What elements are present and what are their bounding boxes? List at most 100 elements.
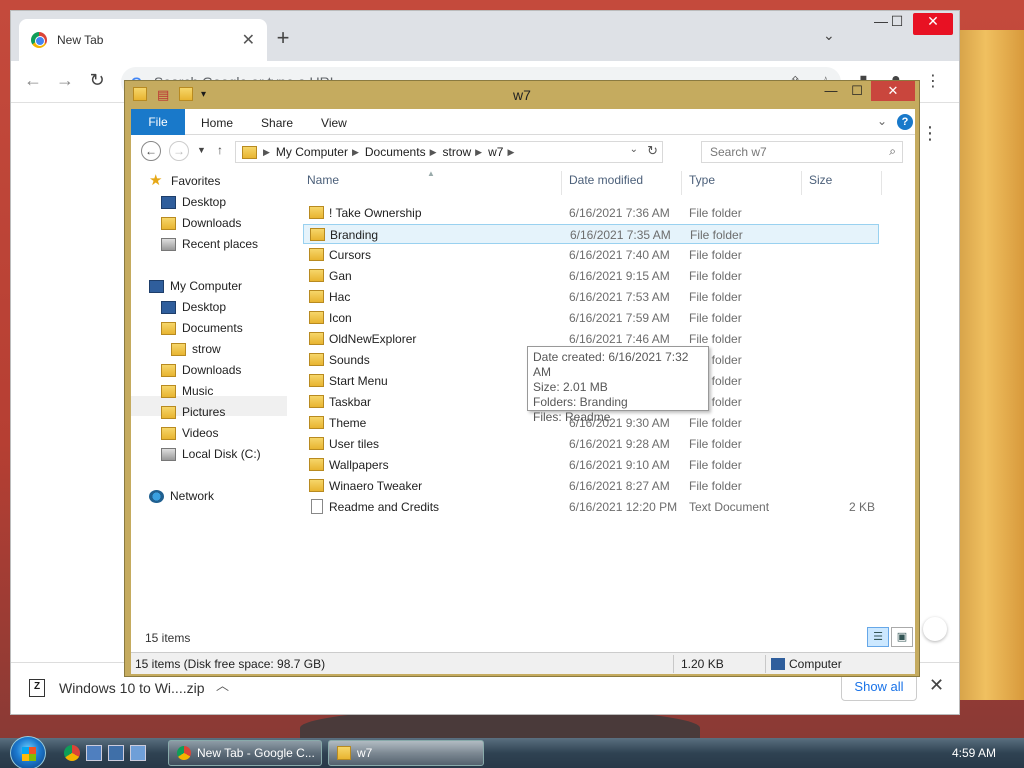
new-tab-button[interactable]: + <box>269 25 297 53</box>
address-dropdown-chevron-icon[interactable]: ⌄ <box>630 144 638 155</box>
star-icon: ★ <box>149 172 163 189</box>
chrome-close-button[interactable]: ✕ <box>913 13 953 35</box>
folder-icon <box>309 374 324 387</box>
address-bar[interactable]: ▶ My Computer ▶ Documents ▶ strow ▶ w7 ▶… <box>235 141 663 163</box>
close-tab-icon[interactable]: ✕ <box>242 30 255 50</box>
nav-favorites[interactable]: ★ Favorites <box>149 171 220 191</box>
search-input[interactable]: Search w7 ⌕ <box>701 141 903 163</box>
ribbon-tab-view[interactable]: View <box>307 109 361 134</box>
column-divider[interactable] <box>681 171 682 195</box>
column-header-name[interactable]: Name <box>307 173 557 199</box>
file-row[interactable]: Wallpapers 6/16/2021 9:10 AM File folder <box>303 455 879 475</box>
ntp-menu-icon[interactable]: ⋮ <box>921 123 939 144</box>
explorer-minimize-button[interactable]: — <box>817 81 845 101</box>
recent-locations-chevron-icon[interactable]: ▼ <box>197 145 206 155</box>
file-date-modified: 6/16/2021 7:46 AM <box>569 332 670 346</box>
nav-item-computer-downloads[interactable]: Downloads <box>161 360 241 380</box>
breadcrumb-documents[interactable]: Documents <box>365 145 426 159</box>
back-arrow-icon[interactable]: ← <box>21 70 45 91</box>
file-row[interactable]: Cursors 6/16/2021 7:40 AM File folder <box>303 245 879 265</box>
nav-item-computer-desktop[interactable]: Desktop <box>161 297 226 317</box>
column-header-size[interactable]: Size <box>809 173 879 199</box>
nav-network[interactable]: Network <box>149 486 214 506</box>
help-icon[interactable]: ? <box>897 114 913 130</box>
refresh-icon[interactable]: ↻ <box>647 143 658 159</box>
chrome-maximize-button[interactable]: ☐ <box>877 13 917 35</box>
up-arrow-icon[interactable]: ↑ <box>217 143 223 157</box>
nav-item-desktop[interactable]: Desktop <box>161 192 226 212</box>
nav-my-computer[interactable]: My Computer <box>149 276 242 296</box>
tooltip-line: Date created: 6/16/2021 7:32 AM <box>533 350 689 379</box>
nav-item-pictures[interactable]: Pictures <box>161 402 225 422</box>
file-name: Wallpapers <box>329 458 389 472</box>
explorer-maximize-button[interactable]: ☐ <box>843 81 871 101</box>
nav-item-local-disk[interactable]: Local Disk (C:) <box>161 444 261 464</box>
nav-item-strow[interactable]: strow <box>171 339 221 359</box>
breadcrumb-w7[interactable]: w7 <box>488 145 503 159</box>
breadcrumb-separator: ▶ <box>351 146 359 157</box>
nav-item-videos[interactable]: Videos <box>161 423 218 443</box>
explorer-back-icon[interactable]: ← <box>141 141 161 161</box>
folder-icon <box>309 206 324 219</box>
file-row[interactable]: User tiles 6/16/2021 9:28 AM File folder <box>303 434 879 454</box>
nav-item-recent-places[interactable]: Recent places <box>161 234 258 254</box>
ribbon-tab-home[interactable]: Home <box>185 109 247 134</box>
folder-icon <box>309 437 324 450</box>
chrome-quicklaunch-icon[interactable] <box>64 745 80 761</box>
computer-icon <box>771 658 785 670</box>
network-quicklaunch-icon[interactable] <box>108 745 124 761</box>
file-row[interactable]: Icon 6/16/2021 7:59 AM File folder <box>303 308 879 328</box>
file-row[interactable]: Gan 6/16/2021 9:15 AM File folder <box>303 266 879 286</box>
file-row[interactable]: Winaero Tweaker 6/16/2021 8:27 AM File fol… <box>303 476 879 496</box>
download-options-chevron-icon[interactable]: ︿ <box>216 675 229 694</box>
details-view-icon[interactable]: ☰ <box>867 627 889 647</box>
taskbar-chrome-button[interactable]: New Tab - Google C... <box>168 740 322 766</box>
show-desktop-quicklaunch-icon[interactable] <box>130 745 146 761</box>
taskbar-clock[interactable]: 4:59 AM <box>952 746 996 760</box>
file-name: Gan <box>329 269 352 283</box>
close-download-bar-icon[interactable]: ✕ <box>929 675 944 696</box>
chrome-menu-icon[interactable]: ⋮ <box>925 71 941 91</box>
taskbar-explorer-button[interactable]: w7 <box>328 740 484 766</box>
chrome-favicon-icon <box>31 32 47 48</box>
column-divider[interactable] <box>881 171 882 195</box>
column-header-type[interactable]: Type <box>689 173 799 199</box>
forward-arrow-icon[interactable]: → <box>53 70 77 91</box>
file-row[interactable]: Hac 6/16/2021 7:53 AM File folder <box>303 287 879 307</box>
explorer-forward-icon[interactable]: → <box>169 141 189 161</box>
ribbon-expand-chevron-icon[interactable]: ⌄ <box>877 114 887 128</box>
explorer-titlebar[interactable]: ▤ ▾ w7 — ☐ ✕ <box>125 81 919 109</box>
breadcrumb-my-computer[interactable]: My Computer <box>276 145 348 159</box>
tooltip-line: Size: 2.01 MB <box>533 380 608 394</box>
start-button[interactable] <box>10 736 46 768</box>
ribbon-tab-share[interactable]: Share <box>247 109 307 134</box>
show-all-button[interactable]: Show all <box>841 673 917 701</box>
column-header-date-modified[interactable]: Date modified <box>569 173 679 199</box>
download-file-name: Windows 10 to Wi....zip <box>59 680 205 696</box>
tab-search-chevron-icon[interactable]: ⌄ <box>823 27 835 44</box>
reload-icon[interactable]: ↻ <box>85 70 109 91</box>
explorer-close-button[interactable]: ✕ <box>871 81 915 101</box>
computer-quicklaunch-icon[interactable] <box>86 745 102 761</box>
network-icon <box>149 489 164 503</box>
nav-item-documents[interactable]: Documents <box>161 318 243 338</box>
file-row[interactable]: Readme and Credits 6/16/2021 12:20 PM Text… <box>303 497 879 517</box>
folder-icon <box>310 228 325 241</box>
large-icons-view-icon[interactable]: ▣ <box>891 627 913 647</box>
nav-item-music[interactable]: Music <box>161 381 213 401</box>
ribbon-tab-file[interactable]: File <box>131 109 185 135</box>
folder-icon <box>309 416 324 429</box>
documents-folder-icon <box>161 321 176 335</box>
file-row[interactable]: ! Take Ownership 6/16/2021 7:36 AM File fo… <box>303 203 879 223</box>
local-disk-icon <box>161 447 176 461</box>
nav-item-downloads[interactable]: Downloads <box>161 213 241 233</box>
chrome-tab-title: New Tab <box>57 33 104 47</box>
recent-places-icon <box>161 237 176 251</box>
column-divider[interactable] <box>561 171 562 195</box>
breadcrumb-strow[interactable]: strow <box>443 145 472 159</box>
ntp-customize-button[interactable] <box>923 617 947 641</box>
chrome-tab-new-tab[interactable]: New Tab ✕ <box>19 19 267 61</box>
file-row[interactable]: Branding 6/16/2021 7:35 AM File folder <box>303 224 879 244</box>
search-icon[interactable]: ⌕ <box>889 144 896 159</box>
column-divider[interactable] <box>801 171 802 195</box>
